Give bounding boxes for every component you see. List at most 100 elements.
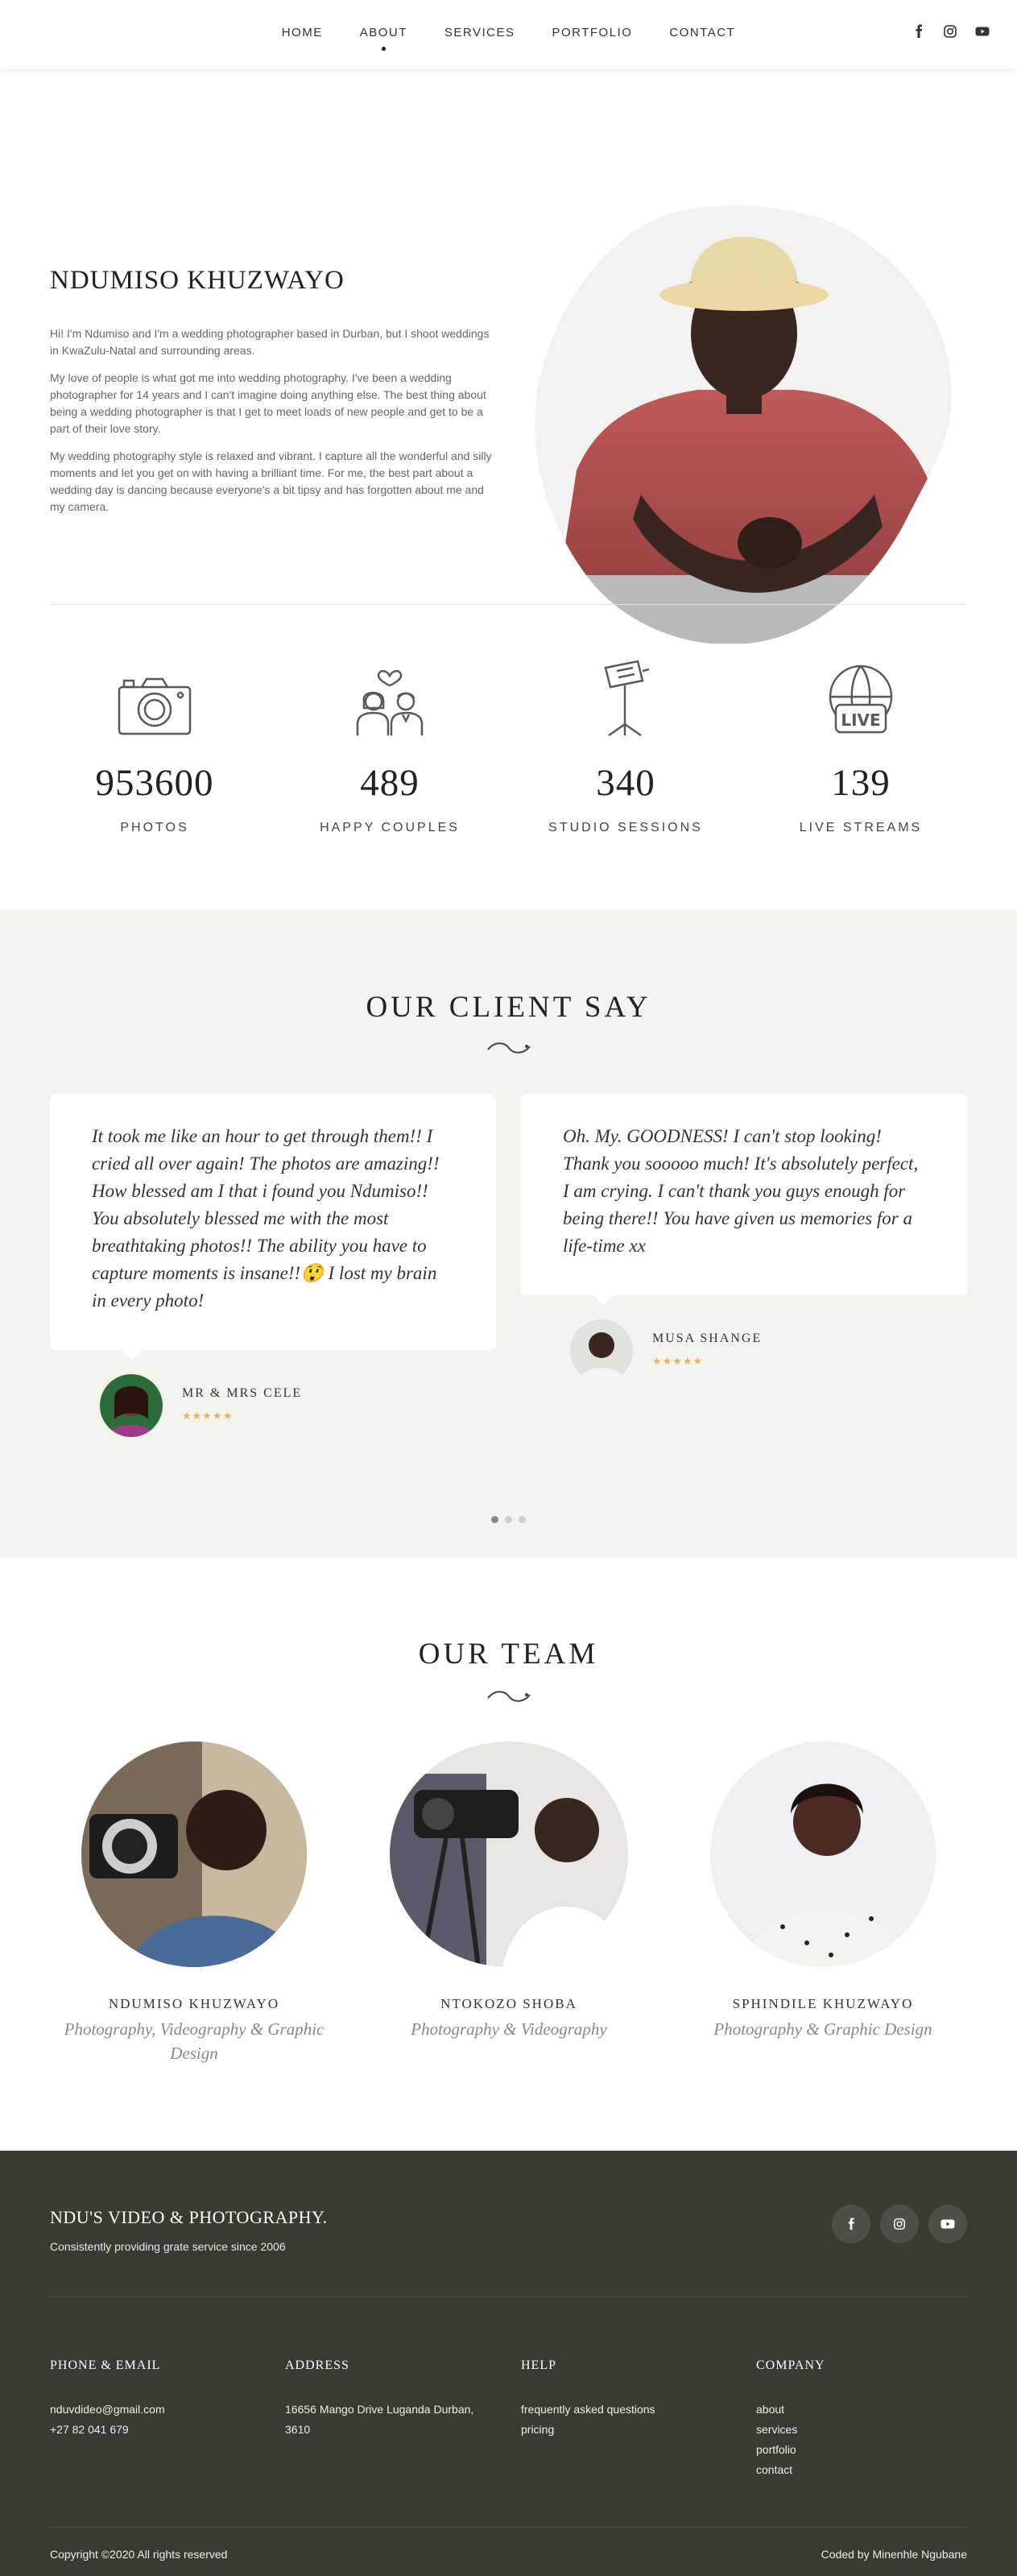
- team-member-photo: [390, 1741, 628, 1967]
- footer-link-contact[interactable]: contact: [756, 2460, 982, 2480]
- carousel-dot[interactable]: [519, 1516, 526, 1523]
- about-section: NDUMISO KHUZWAYO Hi! I'm Ndumiso and I'm…: [0, 69, 1017, 645]
- section-title: OUR TEAM: [418, 1638, 599, 1671]
- footer-email-link[interactable]: nduvdideo@gmail.com: [50, 2400, 275, 2420]
- nav-social-links: [911, 24, 990, 39]
- copyright-text: Copyright ©2020 All rights reserved: [50, 2548, 228, 2561]
- footer-column-address: ADDRESS 16656 Mango Drive Luganda Durban…: [285, 2359, 511, 2440]
- footer-link-portfolio[interactable]: portfolio: [756, 2440, 982, 2460]
- footer-phone[interactable]: +27 82 041 679: [50, 2420, 275, 2440]
- footer-column-title: HELP: [521, 2359, 556, 2372]
- avatar: [570, 1319, 633, 1382]
- facebook-icon[interactable]: [832, 2205, 870, 2243]
- stat-photos: 953600 PHOTOS: [50, 660, 259, 835]
- footer-social-links: [832, 2205, 967, 2243]
- instagram-icon[interactable]: [943, 24, 957, 39]
- client-name: MR & MRS CELE: [182, 1386, 303, 1400]
- card-pointer: [593, 1295, 613, 1305]
- card-pointer: [122, 1350, 142, 1360]
- stat-value: 489: [360, 762, 420, 804]
- footer-column-title: PHONE & EMAIL: [50, 2359, 161, 2372]
- stats-section: 953600 PHOTOS 489 HAPPY COUPLES 340 STUD…: [0, 605, 1017, 909]
- testimonials-section: OUR CLIENT SAY It took me like an hour t…: [0, 909, 1017, 1558]
- footer-column-contact: PHONE & EMAIL nduvdideo@gmail.com +27 82…: [50, 2359, 275, 2440]
- team-member: NTOKOZO SHOBA Photography & Videography: [376, 1741, 642, 2041]
- rating-stars: ★★★★★: [182, 1410, 234, 1422]
- stat-value: 340: [596, 762, 655, 804]
- stat-label: PHOTOS: [120, 821, 189, 835]
- studio-light-icon: [521, 660, 730, 737]
- rating-stars: ★★★★★: [652, 1355, 704, 1367]
- team-member-role: Photography, Videography & Graphic Desig…: [64, 2019, 325, 2063]
- team-member-name: NTOKOZO SHOBA: [440, 1996, 577, 2011]
- footer-address-line: 3610: [285, 2423, 311, 2436]
- client-name: MUSA SHANGE: [652, 1331, 763, 1345]
- footer-column-help: HELP frequently asked questions pricing: [521, 2359, 746, 2440]
- youtube-icon[interactable]: [928, 2205, 967, 2243]
- carousel-dot[interactable]: [505, 1516, 512, 1523]
- carousel-dot[interactable]: [491, 1516, 498, 1523]
- section-title: OUR CLIENT SAY: [366, 991, 651, 1024]
- instagram-icon[interactable]: [880, 2205, 919, 2243]
- footer-link-services[interactable]: services: [756, 2420, 982, 2440]
- footer-divider: [50, 2527, 967, 2528]
- youtube-icon[interactable]: [975, 24, 990, 39]
- avatar: [100, 1374, 163, 1437]
- team-member-role: Photography & Videography: [411, 2019, 607, 2039]
- footer-link-pricing[interactable]: pricing: [521, 2420, 746, 2440]
- footer-link-faq[interactable]: frequently asked questions: [521, 2400, 746, 2420]
- team-member: NDUMISO KHUZWAYO Photography, Videograph…: [61, 1741, 327, 2065]
- portrait-photo: [528, 205, 960, 645]
- nav-portfolio[interactable]: PORTFOLIO: [552, 26, 632, 39]
- about-paragraph: My wedding photography style is relaxed …: [50, 449, 492, 513]
- footer-address-line: 16656 Mango Drive Luganda Durban,: [285, 2403, 474, 2416]
- nav-services[interactable]: SERVICES: [444, 26, 515, 39]
- footer-column-title: ADDRESS: [285, 2359, 349, 2372]
- stat-live: LIVE 139 LIVE STREAMS: [756, 660, 965, 835]
- top-navigation: HOME ABOUT SERVICES PORTFOLIO CONTACT: [0, 0, 1017, 69]
- testimonial-card: Oh. My. GOODNESS! I can't stop looking! …: [521, 1094, 967, 1305]
- swirl-ornament-icon: [486, 1042, 531, 1054]
- nav-about-label: ABOUT: [359, 26, 407, 39]
- about-paragraph: My love of people is what got me into we…: [50, 371, 486, 435]
- couple-icon: [285, 660, 494, 737]
- stat-value: 139: [831, 762, 891, 804]
- stat-value: 953600: [95, 762, 214, 804]
- footer-column-company: COMPANY about services portfolio contact: [756, 2359, 982, 2480]
- testimonial-quote: Oh. My. GOODNESS! I can't stop looking! …: [563, 1126, 919, 1256]
- live-stream-icon: LIVE: [756, 660, 965, 737]
- footer-brand: NDU'S VIDEO & PHOTOGRAPHY.: [50, 2207, 328, 2227]
- footer-tagline: Consistently providing grate service sin…: [50, 2240, 286, 2253]
- credit-text: Coded by Minenhle Ngubane: [821, 2548, 967, 2561]
- team-member-role: Photography & Graphic Design: [713, 2019, 932, 2039]
- stat-label: STUDIO SESSIONS: [548, 821, 703, 835]
- nav-about[interactable]: ABOUT: [359, 26, 407, 51]
- footer-link-about[interactable]: about: [756, 2400, 982, 2420]
- team-section: OUR TEAM NDUMISO KHUZWAYO Photography, V…: [0, 1558, 1017, 2151]
- stat-label: LIVE STREAMS: [799, 821, 923, 835]
- about-title: NDUMISO KHUZWAYO: [50, 266, 345, 295]
- footer-column-title: COMPANY: [756, 2359, 825, 2372]
- stat-label: HAPPY COUPLES: [320, 821, 460, 835]
- team-member: SPHINDILE KHUZWAYO Photography & Graphic…: [690, 1741, 956, 2041]
- nav-contact[interactable]: CONTACT: [669, 26, 735, 39]
- facebook-icon[interactable]: [911, 24, 925, 39]
- svg-text:LIVE: LIVE: [841, 710, 880, 730]
- about-text: Hi! I'm Ndumiso and I'm a wedding photog…: [50, 325, 501, 526]
- testimonial-quote: It took me like an hour to get through t…: [92, 1126, 440, 1311]
- main-menu: HOME ABOUT SERVICES PORTFOLIO CONTACT: [0, 26, 1017, 51]
- camera-icon: [50, 660, 259, 737]
- stat-studio: 340 STUDIO SESSIONS: [521, 660, 730, 835]
- team-member-name: NDUMISO KHUZWAYO: [108, 1996, 280, 2011]
- team-member-photo: [81, 1741, 307, 1967]
- swirl-ornament-icon: [486, 1691, 531, 1702]
- about-paragraph: Hi! I'm Ndumiso and I'm a wedding photog…: [50, 327, 490, 357]
- carousel-pagination: [0, 1516, 1017, 1523]
- testimonial-card: It took me like an hour to get through t…: [50, 1094, 496, 1360]
- stat-couples: 489 HAPPY COUPLES: [285, 660, 494, 835]
- team-member-photo: [710, 1741, 936, 1967]
- site-footer: NDU'S VIDEO & PHOTOGRAPHY. Consistently …: [0, 2151, 1017, 2576]
- nav-home[interactable]: HOME: [282, 26, 323, 39]
- team-member-name: SPHINDILE KHUZWAYO: [732, 1996, 914, 2011]
- active-indicator: [382, 47, 387, 51]
